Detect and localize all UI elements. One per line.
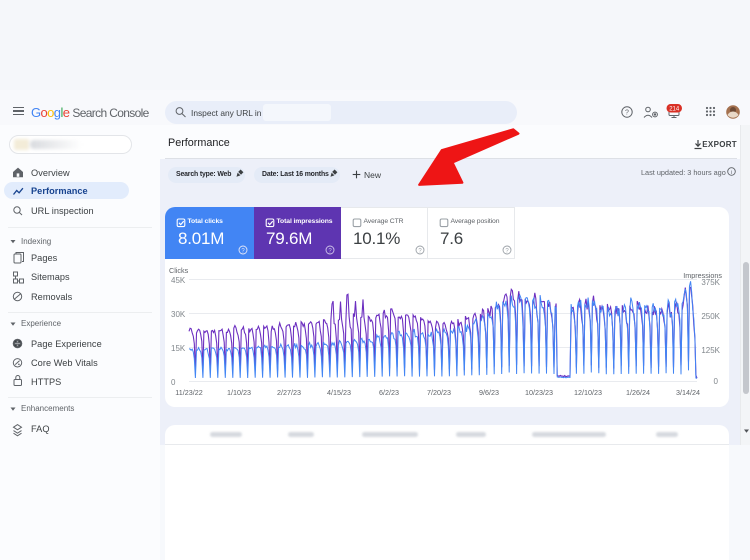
svg-text:?: ?: [625, 110, 629, 117]
svg-text:i: i: [731, 170, 732, 176]
svg-text:214: 214: [669, 107, 680, 113]
